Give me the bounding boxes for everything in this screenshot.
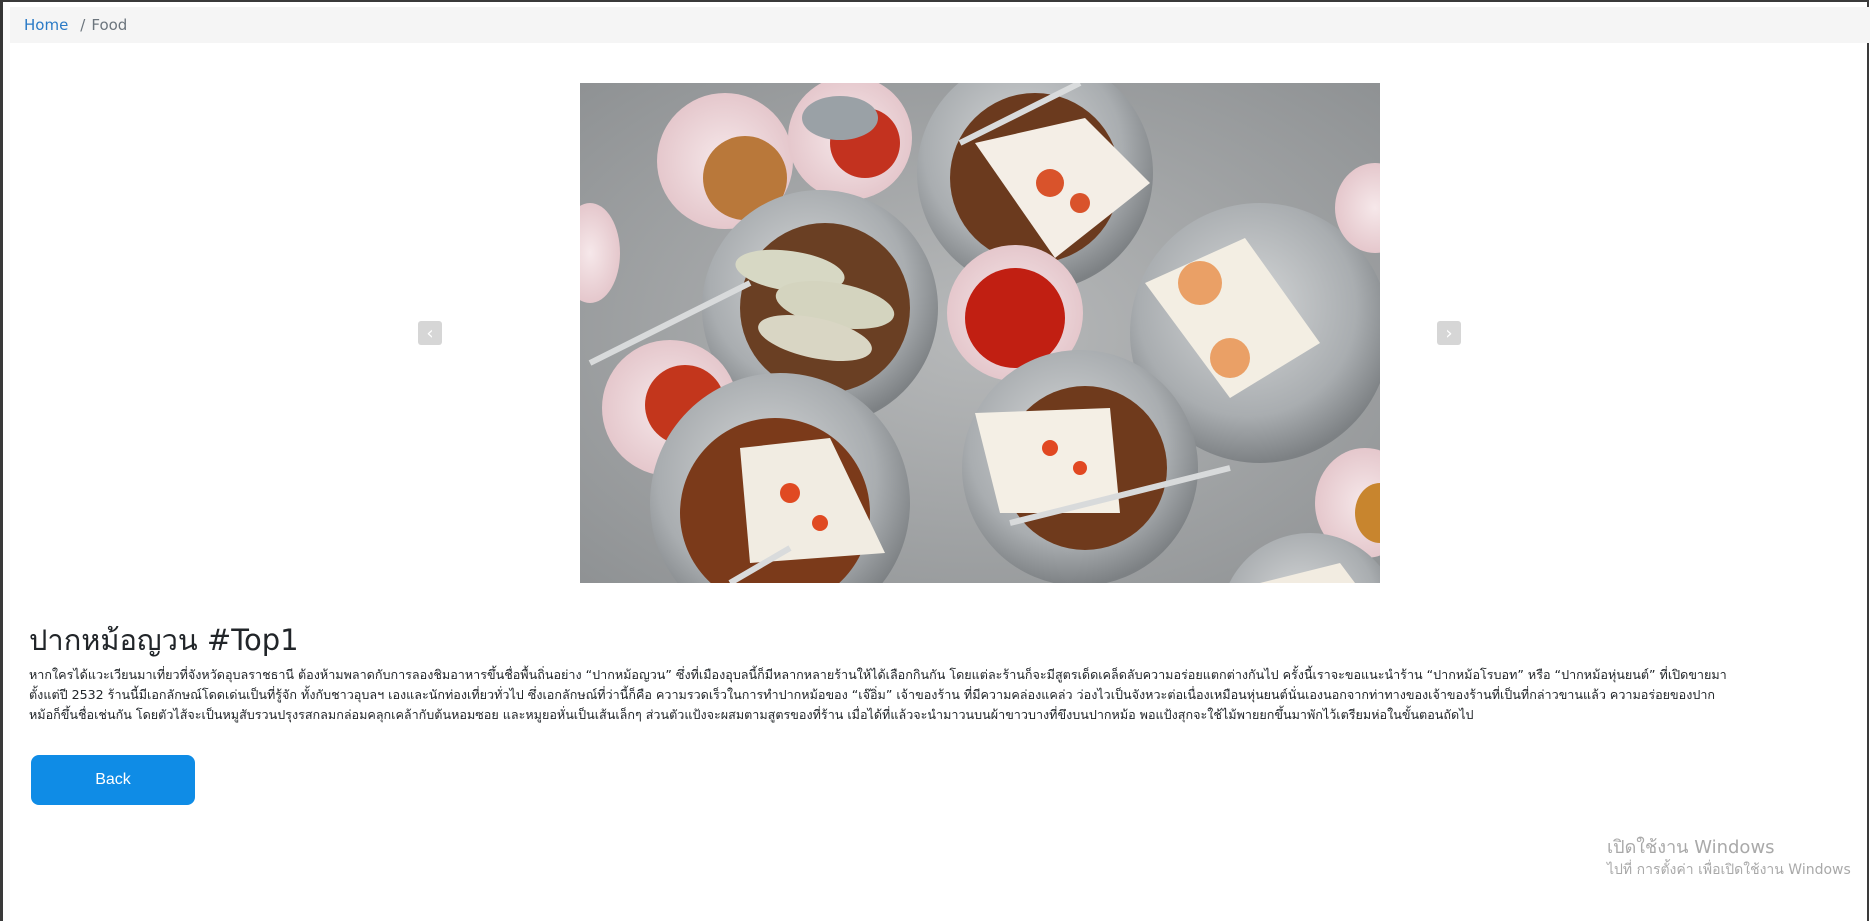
watermark-line2: ไปที่ การตั้งค่า เพื่อเปิดใช้งาน Windows	[1607, 862, 1851, 878]
chevron-left-icon: ‹	[426, 322, 434, 344]
carousel-prev-button[interactable]: ‹	[418, 321, 442, 345]
breadcrumb-separator: /	[80, 16, 86, 34]
back-button[interactable]: Back	[31, 755, 195, 805]
article-title: ปากหม้อญวน #Top1	[29, 623, 299, 657]
windows-activation-watermark: เปิดใช้งาน Windows ไปที่ การตั้งค่า เพื่…	[1607, 836, 1851, 880]
food-photo	[580, 83, 1380, 583]
carousel-next-button[interactable]: ›	[1437, 321, 1461, 345]
breadcrumb: Home / Food	[10, 7, 1870, 43]
breadcrumb-home-link[interactable]: Home	[24, 16, 68, 34]
chevron-right-icon: ›	[1445, 322, 1453, 344]
breadcrumb-current: Food	[91, 16, 128, 34]
food-image-carousel	[580, 83, 1380, 583]
article-description: หากใครได้แวะเวียนมาเที่ยวที่จังหวัดอุบลร…	[29, 667, 1727, 722]
watermark-line1: เปิดใช้งาน Windows	[1607, 837, 1775, 858]
